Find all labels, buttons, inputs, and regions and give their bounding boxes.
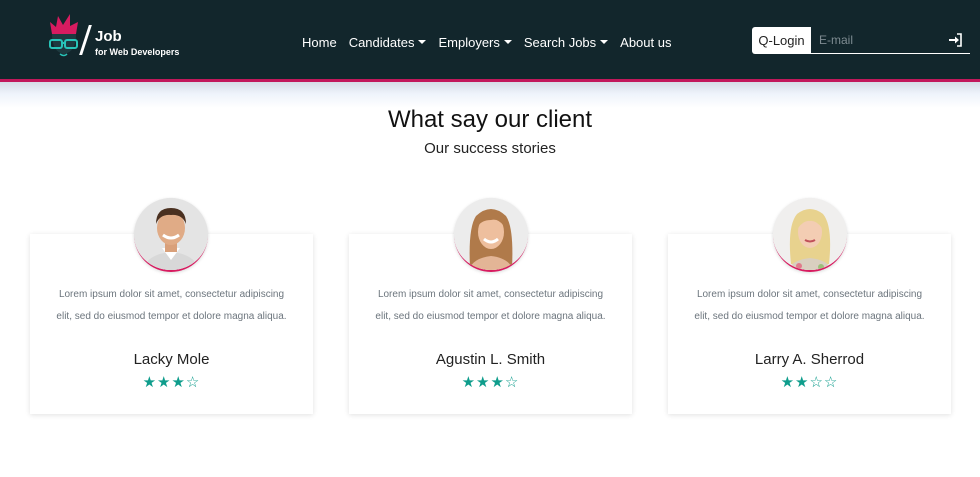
avatar-woman-portrait: [454, 198, 528, 270]
nav-employers-label: Employers: [438, 35, 500, 50]
avatar: [773, 198, 847, 272]
email-field[interactable]: [811, 27, 943, 54]
brand-logo[interactable]: Job for Web Developers: [46, 14, 186, 64]
mascot-logo-icon: [49, 14, 78, 57]
main-menu: Home Candidates Employers Search Jobs Ab…: [302, 34, 683, 52]
testimonial-name: Lacky Mole: [133, 351, 210, 368]
section-title: What say our client: [387, 106, 593, 133]
star-rating: ★★☆☆: [780, 374, 839, 391]
navbar-shadow: [0, 82, 980, 108]
chevron-down-icon: [503, 40, 512, 44]
sign-in-icon[interactable]: [948, 33, 962, 47]
brand-tagline: for Web Developers: [95, 47, 180, 57]
navbar: Job for Web Developers Home Candidates E…: [0, 0, 980, 82]
email-underline: [943, 53, 970, 54]
nav-about-us[interactable]: About us: [620, 34, 671, 52]
nav-candidates[interactable]: Candidates: [349, 34, 427, 52]
nav-home-label: Home: [302, 35, 337, 50]
avatar: [134, 198, 208, 272]
avatar-man-portrait: [134, 198, 208, 270]
brand-name: Job: [95, 28, 122, 45]
avatar-blonde-woman-portrait: [773, 198, 847, 270]
testimonial-name: Larry A. Sherrod: [754, 351, 865, 368]
nav-search-jobs[interactable]: Search Jobs: [523, 34, 609, 52]
star-rating: ★★★☆: [142, 374, 201, 391]
nav-search-jobs-label: Search Jobs: [523, 35, 597, 50]
testimonial-quote: Lorem ipsum dolor sit amet, consectetur …: [56, 289, 287, 322]
star-rating: ★★★☆: [461, 374, 520, 391]
nav-about-us-label: About us: [620, 35, 672, 50]
nav-candidates-label: Candidates: [348, 35, 415, 50]
testimonial-quote: Lorem ipsum dolor sit amet, consectetur …: [375, 289, 606, 322]
q-login-button[interactable]: Q-Login: [752, 27, 811, 54]
chevron-down-icon: [600, 40, 609, 44]
nav-employers[interactable]: Employers: [438, 34, 512, 52]
section-subtitle: Our success stories: [424, 140, 556, 157]
chevron-down-icon: [418, 40, 427, 44]
nav-home[interactable]: Home: [302, 34, 337, 52]
testimonial-name: Agustin L. Smith: [435, 351, 546, 368]
avatar: [454, 198, 528, 272]
testimonial-quote: Lorem ipsum dolor sit amet, consectetur …: [694, 289, 925, 322]
quick-login: Q-Login: [752, 27, 970, 54]
